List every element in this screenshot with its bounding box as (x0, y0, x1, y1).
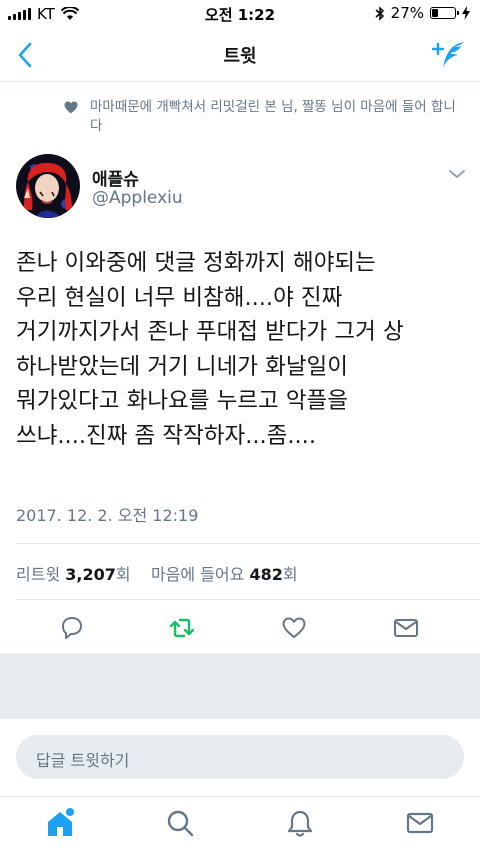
reply-icon[interactable] (58, 614, 86, 642)
retweet-stat[interactable]: 리트윗 3,207회 (16, 565, 131, 584)
divider (16, 599, 480, 600)
messages-icon[interactable] (404, 807, 436, 839)
avatar[interactable] (16, 154, 80, 218)
bluetooth-icon (375, 5, 384, 21)
reply-placeholder: 답글 트윗하기 (36, 751, 130, 770)
author-name[interactable]: 애플슈 (92, 165, 139, 190)
notifications-icon[interactable] (284, 807, 316, 839)
retweet-unit: 회 (115, 565, 131, 584)
like-unit: 회 (282, 565, 298, 584)
tab-bar (0, 796, 480, 854)
tweet-stats: 리트윗 3,207회 마음에 들어요 482회 (16, 561, 298, 585)
tweet-text: 존나 이와중에 댓글 정화까지 해야되는 우리 현실이 너무 비참해....야 … (16, 250, 404, 449)
direct-message-icon[interactable] (392, 614, 420, 642)
charging-icon (462, 6, 470, 20)
nav-bar: 트윗 (0, 28, 480, 82)
reply-input[interactable]: 답글 트윗하기 (16, 735, 464, 779)
status-right: 27% (375, 4, 470, 22)
divider (16, 543, 480, 544)
tweet-timestamp: 2017. 12. 2. 오전 12:19 (16, 506, 199, 525)
like-count: 482 (249, 565, 283, 584)
battery-icon (430, 7, 459, 19)
author-handle[interactable]: @Applexiu (92, 188, 183, 208)
tweet-actions (0, 606, 480, 650)
social-context: 마마때문에 개빡쳐서 리밋걸린 본 님, 짤똥 님이 마음에 들어 합니다 (62, 98, 462, 136)
social-context-text: 마마때문에 개빡쳐서 리밋걸린 본 님, 짤똥 님이 마음에 들어 합니다 (90, 99, 456, 134)
status-bar: KT 오전 1:22 27% (0, 0, 480, 28)
retweet-label: 리트윗 (16, 565, 61, 584)
like-label: 마음에 들어요 (150, 565, 245, 584)
page-title: 트윗 (223, 46, 257, 67)
like-icon[interactable] (280, 614, 308, 642)
replies-area (0, 653, 480, 719)
chevron-down-icon[interactable] (448, 168, 466, 180)
search-icon[interactable] (164, 807, 196, 839)
battery-percent: 27% (390, 4, 424, 22)
home-icon[interactable] (44, 807, 76, 839)
like-stat[interactable]: 마음에 들어요 482회 (151, 565, 298, 584)
retweet-count: 3,207 (65, 565, 116, 584)
retweet-icon[interactable] (168, 614, 196, 642)
compose-tweet-icon[interactable] (432, 38, 466, 72)
